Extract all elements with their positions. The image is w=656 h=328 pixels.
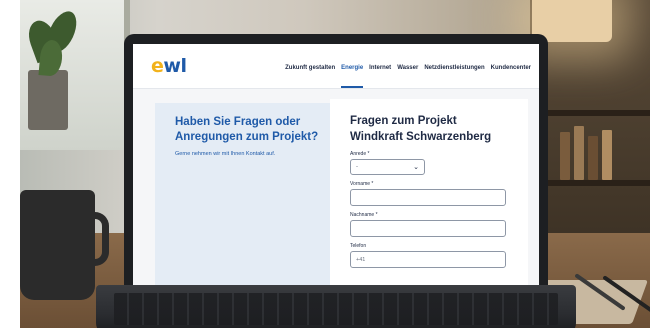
nav-item-wasser[interactable]: Wasser bbox=[397, 44, 418, 88]
nav-item-kundencenter[interactable]: Kundencenter bbox=[491, 44, 531, 88]
info-heading: Haben Sie Fragen oder Anregungen zum Pro… bbox=[175, 116, 319, 143]
ewl-logo[interactable]: ewl bbox=[151, 54, 187, 77]
firstname-label: Vorname * bbox=[350, 181, 374, 187]
laptop-screen: ewl Zukunft gestalten Energie Internet W… bbox=[133, 44, 539, 292]
salutation-label: Anrede * bbox=[350, 151, 370, 157]
chevron-down-icon: ⌄ bbox=[413, 163, 419, 171]
lastname-label: Nachname * bbox=[350, 212, 378, 218]
phone-label: Telefon bbox=[350, 243, 367, 249]
laptop: ewl Zukunft gestalten Energie Internet W… bbox=[124, 34, 548, 292]
plant-pot bbox=[28, 70, 68, 130]
page-content: Haben Sie Fragen oder Anregungen zum Pro… bbox=[133, 89, 539, 292]
shelf-board bbox=[530, 180, 650, 186]
book bbox=[602, 130, 612, 180]
nav-item-zukunft-gestalten[interactable]: Zukunft gestalten bbox=[285, 44, 335, 88]
laptop-keyboard-base bbox=[96, 285, 576, 328]
coffee-mug bbox=[20, 190, 109, 300]
salutation-field: Anrede * - ⌄ bbox=[350, 151, 506, 175]
lastname-field: Nachname * bbox=[350, 212, 506, 237]
info-text: Gerne nehmen wir mit Ihnen Kontakt auf. bbox=[175, 151, 276, 157]
form-title: Fragen zum Projekt Windkraft Schwarzenbe… bbox=[350, 115, 492, 143]
phone-input[interactable]: +41 bbox=[350, 251, 506, 268]
book bbox=[560, 132, 570, 180]
salutation-select[interactable]: - ⌄ bbox=[350, 159, 425, 175]
salutation-value: - bbox=[356, 164, 358, 170]
contact-form: Fragen zum Projekt Windkraft Schwarzenbe… bbox=[330, 99, 528, 292]
keyboard bbox=[114, 293, 558, 325]
nav-item-energie[interactable]: Energie bbox=[341, 44, 364, 88]
nav-item-internet[interactable]: Internet bbox=[369, 44, 391, 88]
nav-item-netzdienstleistungen[interactable]: Netzdienstleistungen bbox=[424, 44, 484, 88]
logo-letter-e: e bbox=[151, 54, 164, 77]
phone-field: Telefon +41 bbox=[350, 243, 506, 268]
site-header: ewl Zukunft gestalten Energie Internet W… bbox=[133, 44, 539, 89]
main-navigation: Zukunft gestalten Energie Internet Wasse… bbox=[285, 44, 531, 88]
shelf-board bbox=[530, 110, 650, 116]
contact-info-panel: Haben Sie Fragen oder Anregungen zum Pro… bbox=[155, 103, 330, 292]
firstname-input[interactable] bbox=[350, 189, 506, 206]
lastname-input[interactable] bbox=[350, 220, 506, 237]
firstname-field: Vorname * bbox=[350, 181, 506, 206]
book bbox=[574, 126, 584, 180]
logo-letters-wl: wl bbox=[163, 54, 187, 77]
book bbox=[588, 136, 598, 180]
